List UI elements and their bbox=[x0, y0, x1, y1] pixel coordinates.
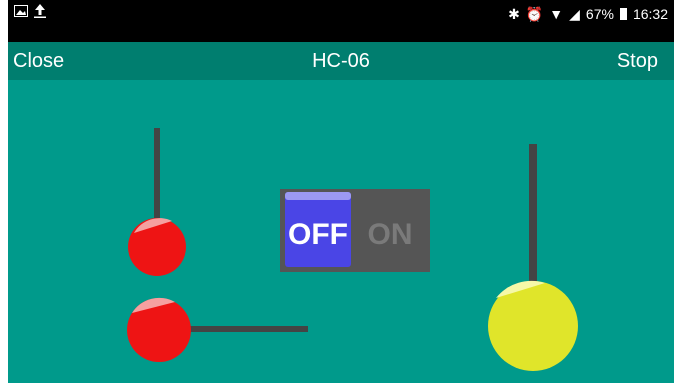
right-slider-track bbox=[529, 144, 537, 284]
toggle-off-label: OFF bbox=[288, 218, 348, 251]
app-bar: Close HC-06 Stop bbox=[8, 42, 674, 80]
control-panel: OFF ON bbox=[8, 80, 674, 383]
upload-icon bbox=[34, 4, 46, 18]
battery-percent: 67% bbox=[585, 6, 614, 22]
wifi-icon: ▼ bbox=[549, 6, 564, 22]
phone-screen: ✱ ⏰ ▼ ◢ 67% 16:32 Close HC-06 Stop OFF O… bbox=[8, 0, 674, 383]
left-vertical-slider[interactable] bbox=[128, 128, 186, 276]
control-canvas: OFF ON bbox=[127, 128, 578, 371]
on-off-toggle[interactable]: OFF ON bbox=[280, 189, 430, 272]
bottom-slider-track bbox=[180, 326, 308, 332]
clock: 16:32 bbox=[632, 6, 668, 22]
bottom-horizontal-slider[interactable] bbox=[127, 297, 308, 362]
gallery-icon bbox=[14, 5, 28, 17]
alarm-icon: ⏰ bbox=[525, 6, 544, 22]
page-title: HC-06 bbox=[312, 50, 370, 72]
right-vertical-slider[interactable] bbox=[488, 144, 578, 371]
status-bar: ✱ ⏰ ▼ ◢ 67% 16:32 bbox=[8, 0, 674, 42]
toggle-on-label: ON bbox=[368, 218, 413, 251]
stop-button[interactable]: Stop bbox=[617, 50, 658, 73]
signal-icon: ◢ bbox=[569, 6, 580, 22]
bluetooth-icon: ✱ bbox=[508, 6, 520, 22]
left-slider-knob[interactable] bbox=[128, 218, 186, 276]
battery-icon bbox=[619, 8, 627, 20]
